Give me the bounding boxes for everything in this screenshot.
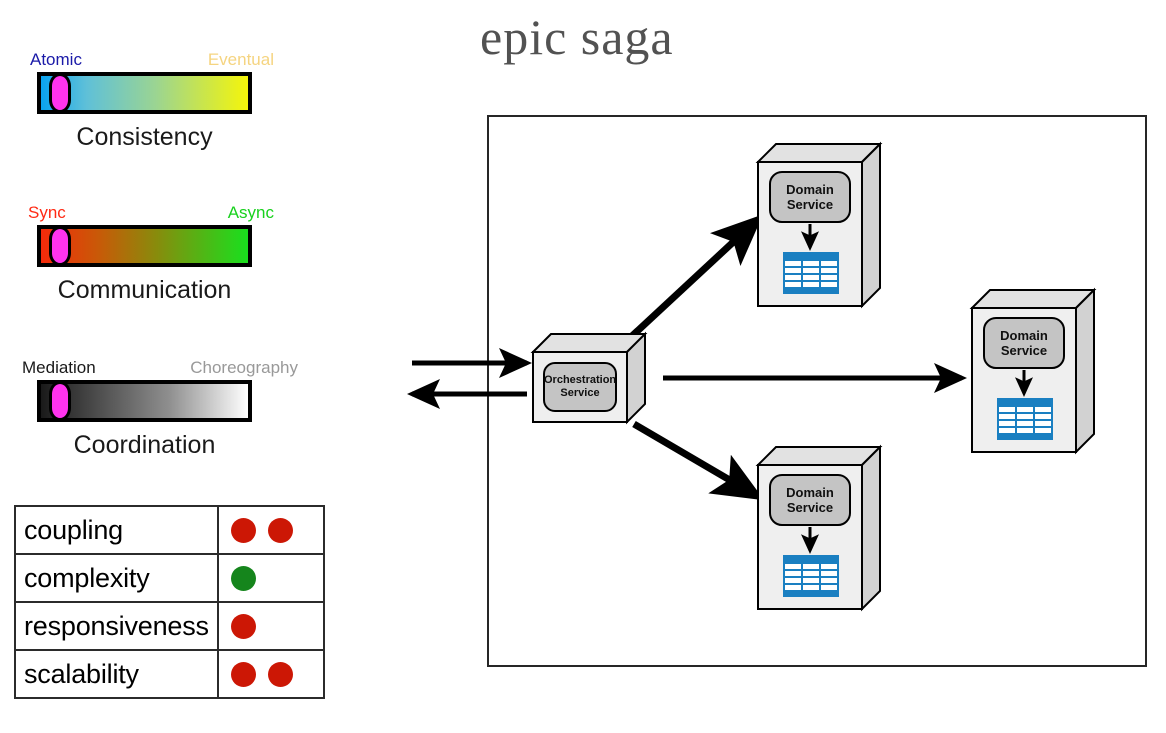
slider-title: Coordination	[73, 431, 216, 459]
node-side-face	[1075, 287, 1095, 455]
rating-label: scalability	[14, 649, 219, 699]
rating-label: complexity	[14, 553, 219, 603]
slider-caps: Mediation Choreography	[12, 358, 298, 380]
node-side-face	[861, 444, 881, 612]
node-top-face	[755, 446, 883, 466]
database-icon	[997, 398, 1053, 440]
node-domain-service-top[interactable]: Domain Service	[752, 140, 886, 312]
table-row: coupling	[14, 505, 325, 555]
node-top-face	[969, 289, 1097, 309]
node-side-face	[861, 141, 881, 309]
node-orchestration-service[interactable]: Orchestration Service	[527, 330, 651, 428]
red-dot	[231, 517, 256, 543]
rating-label: coupling	[14, 505, 219, 555]
slider-coordination[interactable]: Mediation Choreography Coordination	[12, 358, 298, 460]
node-badge	[769, 474, 851, 526]
red-dot	[268, 517, 294, 543]
slider-gradient-fill	[41, 76, 248, 110]
slider-right-cap-label: Async	[227, 203, 274, 222]
rating-dots	[217, 649, 325, 699]
slider-thumb[interactable]	[49, 73, 71, 113]
red-dot	[268, 661, 294, 687]
ratings-table: coupling complexity responsiveness scala…	[14, 505, 325, 699]
slider-title: Consistency	[76, 123, 213, 151]
slider-caps: Atomic Eventual	[12, 50, 274, 72]
slider-gradient-fill	[41, 384, 248, 418]
rating-dots	[217, 505, 325, 555]
slider-thumb[interactable]	[49, 381, 71, 421]
slider-title: Communication	[57, 276, 232, 304]
rating-label: responsiveness	[14, 601, 219, 651]
node-domain-service-right[interactable]: Domain Service	[966, 286, 1100, 458]
slider-track[interactable]	[37, 72, 252, 114]
table-row: scalability	[14, 649, 325, 699]
slider-consistency[interactable]: Atomic Eventual Consistency	[12, 50, 277, 152]
slider-track[interactable]	[37, 225, 252, 267]
red-dot	[231, 613, 256, 639]
slider-track[interactable]	[37, 380, 252, 422]
slider-communication[interactable]: Sync Async Communication	[12, 203, 277, 305]
page-title: epic saga	[480, 9, 674, 65]
slider-thumb[interactable]	[49, 226, 71, 266]
node-badge	[769, 171, 851, 223]
database-icon	[783, 555, 839, 597]
green-dot	[231, 565, 256, 591]
red-dot	[231, 661, 256, 687]
slider-left-cap-label: Mediation	[22, 358, 96, 377]
database-icon	[783, 252, 839, 294]
slider-right-cap-label: Choreography	[190, 358, 298, 377]
slider-gradient-fill	[41, 229, 248, 263]
node-top-face	[530, 333, 648, 353]
node-badge	[543, 362, 617, 412]
slider-right-cap-label: Eventual	[207, 50, 274, 69]
node-domain-service-bottom[interactable]: Domain Service	[752, 443, 886, 615]
slider-caps: Sync Async	[12, 203, 274, 225]
slider-left-cap-label: Sync	[28, 203, 66, 222]
table-row: responsiveness	[14, 601, 325, 651]
rating-dots	[217, 553, 325, 603]
rating-dots	[217, 601, 325, 651]
slider-left-cap-label: Atomic	[30, 50, 82, 69]
node-badge	[983, 317, 1065, 369]
node-top-face	[755, 143, 883, 163]
table-row: complexity	[14, 553, 325, 603]
